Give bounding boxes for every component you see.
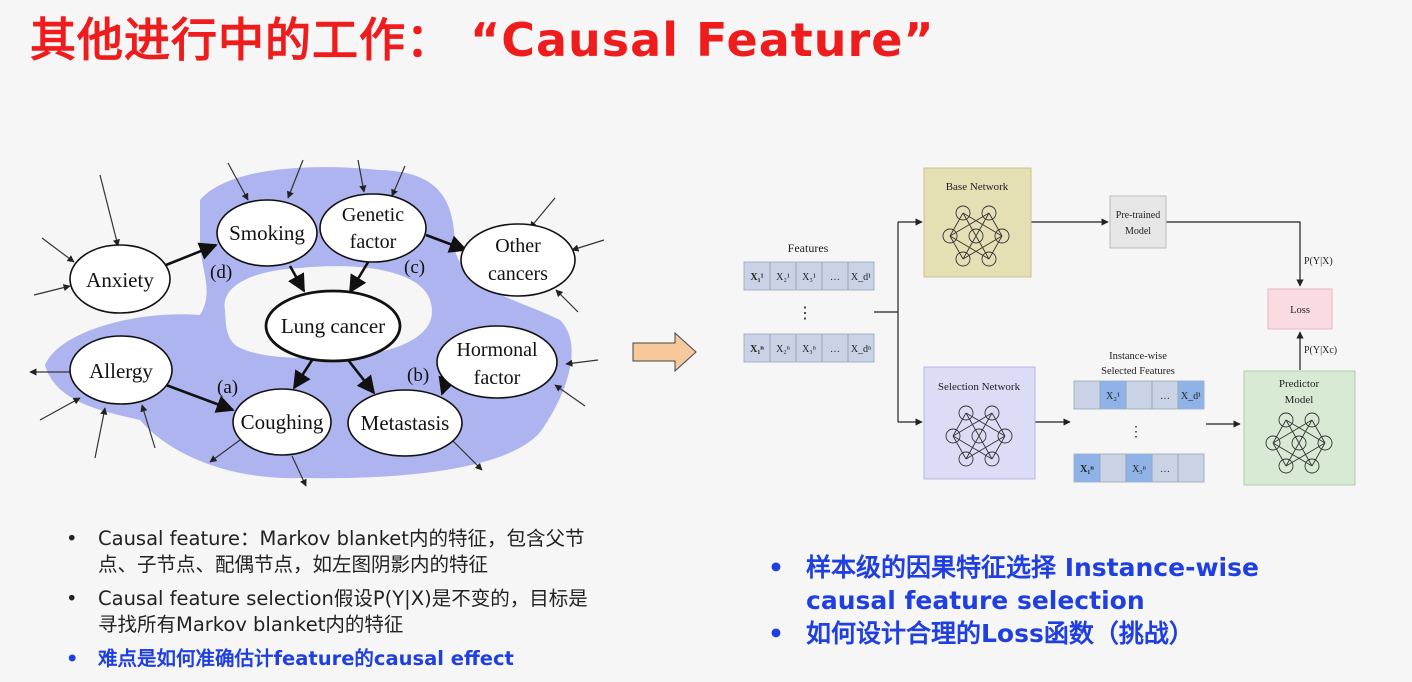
node-genetic-label-2: factor	[350, 231, 397, 253]
selection-network-label: Selection Network	[938, 381, 1021, 393]
left-bullet-list: Causal feature：Markov blanket内的特征，包含父节点、…	[66, 526, 606, 680]
pretrained-model-box: Pre-trained Model	[1109, 195, 1167, 249]
left-bullet-item: Causal feature：Markov blanket内的特征，包含父节点、…	[66, 526, 606, 578]
feature-cell: X_d¹	[851, 272, 871, 283]
base-network-label: Base Network	[946, 181, 1009, 193]
selected-row-1: X₂¹ … X_d¹	[1073, 380, 1205, 410]
features-label: Features	[788, 241, 829, 255]
feature-cell: X₁ⁿ	[750, 344, 764, 355]
feature-cell: X_dⁿ	[851, 344, 871, 355]
predictor-label-2: Model	[1285, 394, 1314, 406]
transition-arrow-icon	[632, 331, 697, 373]
edge-label-a: (a)	[217, 377, 238, 398]
feature-cell: …	[830, 272, 840, 283]
feature-cell: X₂ⁿ	[776, 344, 790, 355]
selected-cell: X₁ⁿ	[1080, 464, 1094, 475]
node-lung-cancer-label: Lung cancer	[281, 314, 385, 338]
selected-cell: X_d¹	[1181, 391, 1201, 402]
edge-label-c: (c)	[404, 257, 425, 278]
node-metastasis-label: Metastasis	[361, 411, 450, 435]
node-smoking: Smoking	[216, 199, 318, 267]
node-other-label-1: Other	[495, 235, 541, 257]
node-smoking-label: Smoking	[229, 221, 305, 245]
right-bullet-item: 如何设计合理的Loss函数（挑战）	[766, 617, 1326, 650]
node-anxiety-label: Anxiety	[86, 268, 154, 292]
selected-cell: …	[1160, 391, 1170, 402]
instance-label-2: Selected Features	[1101, 366, 1175, 377]
node-other-label-2: cancers	[488, 263, 548, 285]
node-coughing: Coughing	[232, 388, 332, 456]
node-other-cancers: Other cancers	[460, 223, 576, 297]
prob-full-label: P(Y|X)	[1304, 256, 1333, 267]
selected-ellipsis: ⋮	[1129, 425, 1143, 440]
loss-box: Loss	[1267, 288, 1333, 330]
node-hormonal-factor: Hormonal factor	[436, 325, 558, 399]
instance-label-1: Instance-wise	[1109, 351, 1167, 362]
left-bullet-item: Causal feature selection假设P(Y|X)是不变的，目标是…	[66, 586, 606, 638]
node-metastasis: Metastasis	[347, 389, 463, 457]
pretrained-label-1: Pre-trained	[1116, 210, 1160, 221]
pipeline-diagram: Features X₁¹ X₂¹ X₃¹ … X_d¹ ⋮ X₁ⁿ X₂ⁿ X₃…	[743, 167, 1356, 486]
selected-cell: …	[1160, 464, 1170, 475]
node-hormonal-label-1: Hormonal	[456, 339, 538, 361]
feature-cell: …	[830, 344, 840, 355]
selected-cell: X₃ⁿ	[1132, 464, 1146, 475]
predictor-model-box: Predictor Model	[1243, 370, 1356, 486]
loss-label: Loss	[1290, 305, 1310, 316]
feature-ellipsis: ⋮	[797, 305, 813, 322]
right-bullet-list: 样本级的因果特征选择 Instance-wise causal feature …	[766, 551, 1326, 650]
edge-label-d: (d)	[210, 262, 232, 283]
base-network-box: Base Network	[923, 167, 1032, 278]
feature-cell: X₃¹	[802, 272, 816, 283]
feature-cell: X₃ⁿ	[802, 344, 816, 355]
node-hormonal-label-2: factor	[474, 367, 521, 389]
node-allergy-label: Allergy	[89, 359, 153, 383]
feature-row-n: X₁ⁿ X₂ⁿ X₃ⁿ … X_dⁿ	[743, 333, 875, 363]
node-genetic-label-1: Genetic	[342, 204, 404, 226]
selected-row-n: X₁ⁿ X₃ⁿ …	[1073, 453, 1205, 483]
right-bullet-item: 样本级的因果特征选择 Instance-wise causal feature …	[766, 551, 1326, 617]
feature-cell: X₂¹	[776, 272, 790, 283]
selected-cell: X₂¹	[1106, 391, 1120, 402]
node-allergy: Allergy	[69, 335, 173, 405]
node-coughing-label: Coughing	[241, 410, 324, 434]
predictor-label-1: Predictor	[1279, 378, 1320, 390]
edge-label-b: (b)	[407, 365, 429, 386]
node-lung-cancer: Lung cancer	[264, 289, 402, 363]
node-anxiety: Anxiety	[69, 244, 171, 314]
selection-network-box: Selection Network	[923, 366, 1036, 480]
prob-causal-label: P(Y|Xc)	[1304, 345, 1337, 356]
left-bullet-item-highlight: 难点是如何准确估计feature的causal effect	[66, 646, 606, 672]
feature-cell: X₁¹	[750, 272, 763, 283]
pretrained-label-2: Model	[1125, 226, 1151, 237]
feature-row-1: X₁¹ X₂¹ X₃¹ … X_d¹	[743, 261, 875, 291]
causal-graph: Anxiety Smoking Genetic factor Other can…	[29, 159, 605, 487]
node-genetic-factor: Genetic factor	[319, 193, 427, 263]
